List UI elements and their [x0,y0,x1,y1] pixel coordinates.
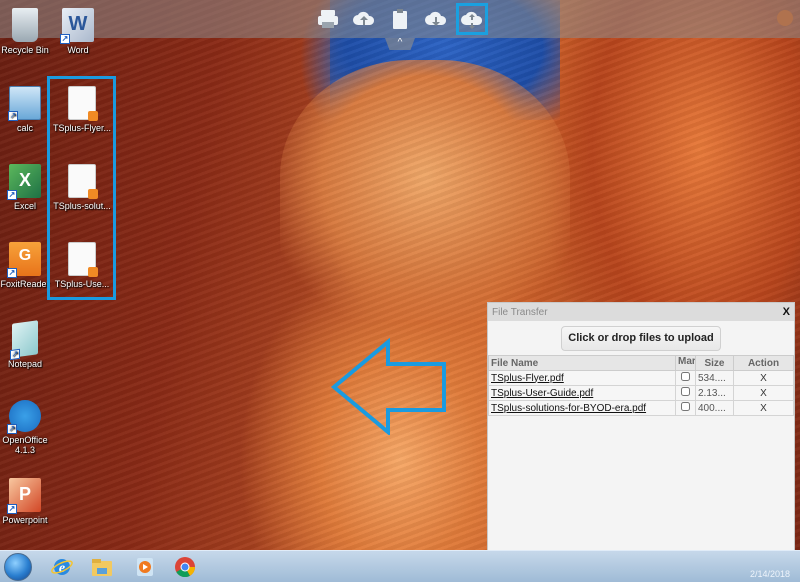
table-row: TSplus-Flyer.pdf 534.... X [488,370,794,386]
column-header-size[interactable]: Size [695,355,734,371]
file-transfer-button[interactable] [456,3,488,35]
printer-icon [318,10,338,28]
folder-icon [92,559,112,576]
upload-files-button[interactable]: Click or drop files to upload [561,326,721,351]
shortcut-arrow-icon: ↗ [7,268,17,278]
taskbar-internet-explorer[interactable]: e [50,555,74,579]
clipboard-icon [393,9,407,29]
remote-toolbar [310,0,490,38]
column-header-action[interactable]: Action [733,355,794,371]
file-size: 534.... [695,370,734,386]
desktop-icon-openoffice[interactable]: ↗ OpenOffice 4.1.3 [0,400,55,455]
shortcut-arrow-icon: ↗ [7,190,17,200]
shortcut-arrow-icon: ↗ [8,111,18,121]
desktop-icon-recycle-bin[interactable]: Recycle Bin [0,8,55,55]
desktop-icon-word[interactable]: W ↗ Word [48,8,108,55]
file-transfer-panel: File Transfer X Click or drop files to u… [487,302,795,570]
toolbar-collapse-handle[interactable]: ^ [385,38,415,50]
file-size: 400.... [695,400,734,416]
shortcut-arrow-icon: ↗ [60,34,70,44]
recycle-bin-icon [12,8,38,42]
download-button[interactable] [420,3,452,35]
taskbar-file-explorer[interactable] [90,555,114,579]
word-icon: W ↗ [60,8,94,44]
file-size: 2.13... [695,385,734,401]
shortcut-arrow-icon: ↗ [7,424,17,434]
delete-file-button[interactable]: X [733,370,794,386]
delete-file-button[interactable]: X [733,385,794,401]
column-header-file-name[interactable]: File Name [488,355,676,371]
taskbar-chrome[interactable] [173,555,197,579]
mark-checkbox[interactable] [681,402,690,411]
file-link[interactable]: TSplus-solutions-for-BYOD-era.pdf [491,403,646,414]
calculator-icon: ↗ [8,86,41,121]
file-table: File Name Mark Size Action TSplus-Flyer.… [488,355,794,416]
foxit-reader-icon: G ↗ [7,242,41,278]
cloud-download-icon [425,11,447,26]
annotation-highlight-box [47,76,116,300]
openoffice-icon: ↗ [7,400,41,434]
file-link[interactable]: TSplus-Flyer.pdf [491,373,564,384]
desktop-icon-notepad[interactable]: ↗ Notepad [0,320,55,369]
file-transfer-titlebar: File Transfer X [488,303,794,321]
taskbar-media-player[interactable] [133,555,157,579]
excel-icon: X ↗ [7,164,41,200]
shortcut-arrow-icon: ↗ [7,504,17,514]
close-button[interactable]: X [783,306,790,318]
mark-checkbox[interactable] [681,387,690,396]
notepad-icon: ↗ [10,320,38,361]
powerpoint-icon: P ↗ [7,478,41,514]
clock-date[interactable]: 2/14/2018 [750,569,790,579]
chrome-icon [175,557,196,578]
corner-indicator [777,10,793,26]
delete-file-button[interactable]: X [733,400,794,416]
table-row: TSplus-User-Guide.pdf 2.13... X [488,385,794,401]
desktop-icon-powerpoint[interactable]: P ↗ Powerpoint [0,478,55,525]
start-button[interactable] [4,553,32,581]
file-transfer-title: File Transfer [492,306,548,318]
internet-explorer-icon: e [51,559,73,576]
shortcut-arrow-icon: ↗ [10,348,20,361]
mark-checkbox[interactable] [681,372,690,381]
media-player-icon [137,558,153,576]
print-button[interactable] [312,3,344,35]
cloud-transfer-icon [461,11,483,29]
wallpaper-rock [280,60,570,320]
cloud-upload-icon [353,11,375,25]
column-header-mark[interactable]: Mark [675,355,696,371]
upload-button[interactable] [348,3,380,35]
file-link[interactable]: TSplus-User-Guide.pdf [491,388,593,399]
annotation-arrow-icon [330,338,446,435]
taskbar: e 2/14/2018 [0,550,800,582]
clipboard-button[interactable] [384,3,416,35]
table-row: TSplus-solutions-for-BYOD-era.pdf 400...… [488,400,794,416]
